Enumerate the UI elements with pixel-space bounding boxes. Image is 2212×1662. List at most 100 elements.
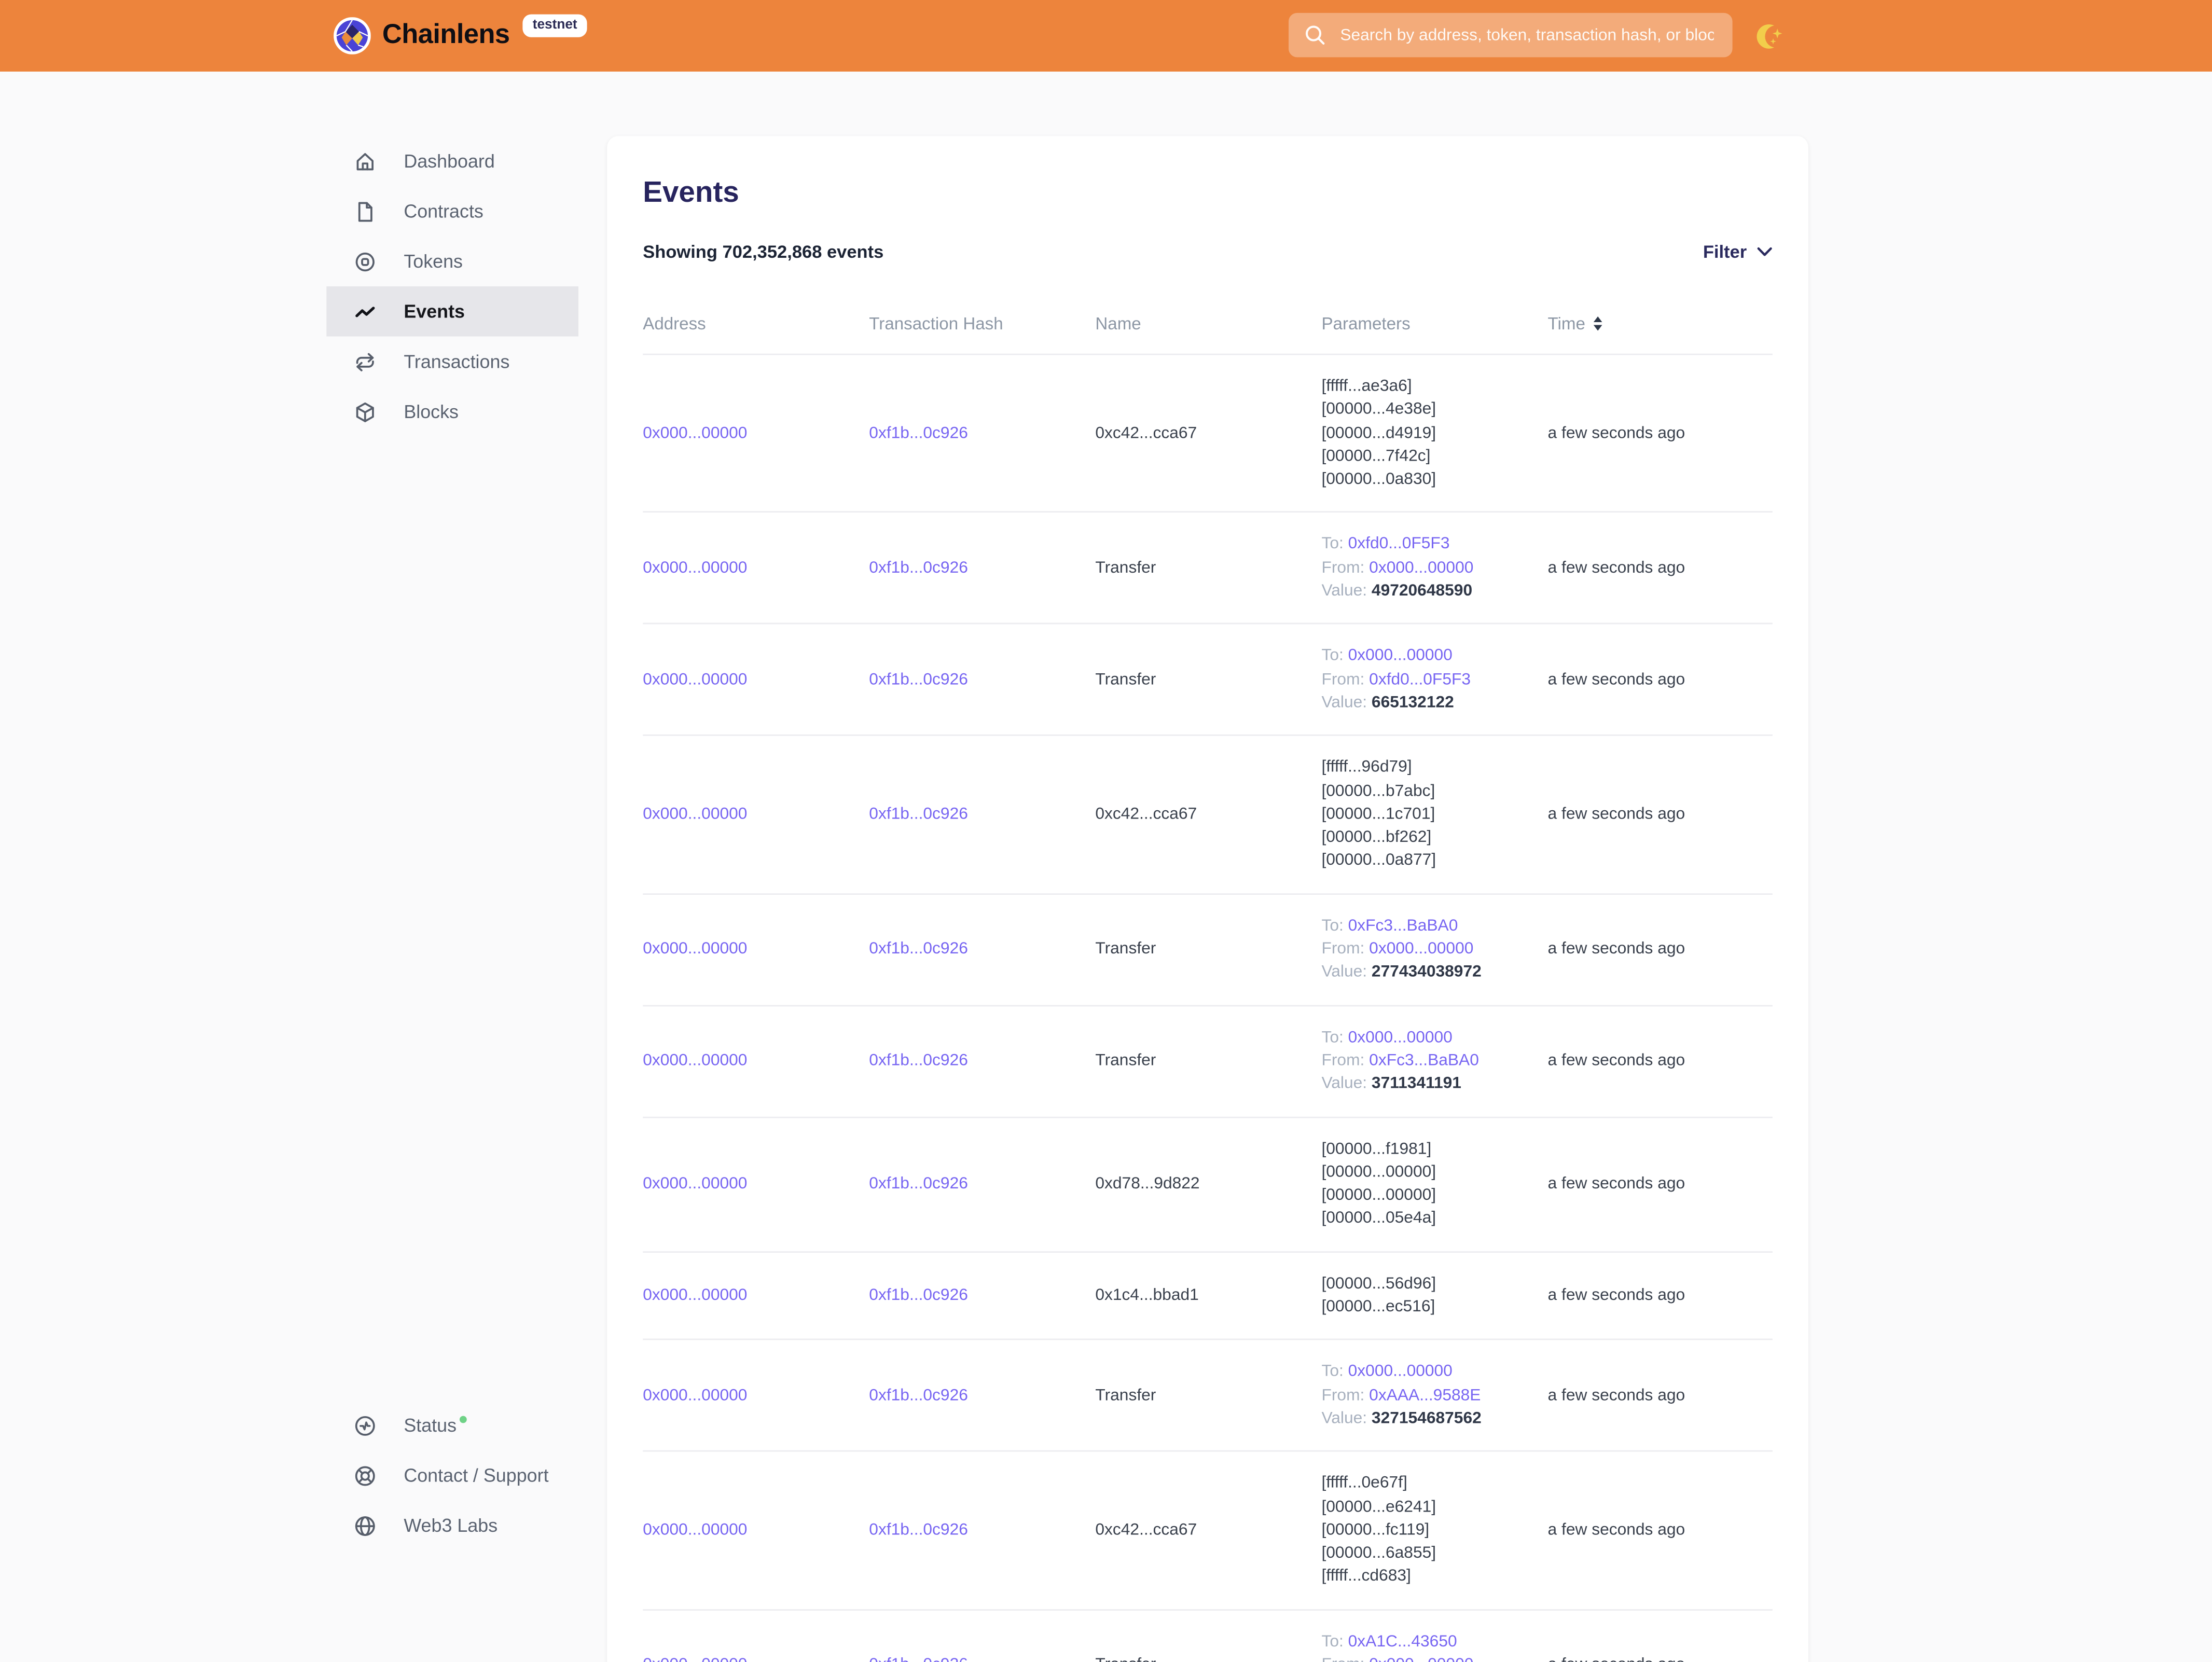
param-from: From: 0x000...00000 [1321, 557, 1547, 580]
tx-hash-cell: 0xf1b...0c926 [869, 422, 1095, 445]
address-link[interactable]: 0x000...00000 [643, 1521, 747, 1539]
search-input[interactable] [1337, 25, 1717, 45]
brand[interactable]: Chainlens testnet [334, 0, 587, 72]
tx-hash-link[interactable]: 0xf1b...0c926 [869, 1387, 968, 1404]
from-address-link[interactable]: 0xFc3...BaBA0 [1369, 1052, 1479, 1069]
param-value: Value: 327154687562 [1321, 1407, 1547, 1431]
param-item: [00000...4e38e] [1321, 398, 1547, 422]
event-name: Transfer [1095, 1049, 1321, 1073]
param-item: [00000...0a830] [1321, 468, 1547, 492]
filter-button[interactable]: Filter [1703, 242, 1773, 262]
from-address-link[interactable]: 0x000...00000 [1369, 1656, 1473, 1662]
dark-mode-toggle-moon-icon[interactable] [1757, 21, 1788, 51]
tx-hash-link[interactable]: 0xf1b...0c926 [869, 1175, 968, 1193]
event-time: a few seconds ago [1548, 422, 1773, 445]
to-address-link[interactable]: 0xA1C...43650 [1348, 1633, 1457, 1650]
sidebar-item-transactions[interactable]: Transactions [326, 337, 578, 387]
to-address-link[interactable]: 0x000...00000 [1348, 648, 1453, 665]
sidebar-item-dashboard[interactable]: Dashboard [326, 136, 578, 186]
param-item: [00000...bf262] [1321, 826, 1547, 850]
tx-hash-link[interactable]: 0xf1b...0c926 [869, 1521, 968, 1539]
event-name: 0xc42...cca67 [1095, 803, 1321, 826]
event-time: a few seconds ago [1548, 1384, 1773, 1407]
event-name: Transfer [1095, 1654, 1321, 1662]
param-value: Value: 665132122 [1321, 691, 1547, 715]
brand-name: Chainlens [382, 20, 510, 52]
address-cell: 0x000...00000 [643, 803, 869, 826]
address-link[interactable]: 0x000...00000 [643, 1656, 747, 1662]
sidebar-item-label: Events [404, 301, 465, 322]
from-address-link[interactable]: 0x000...00000 [1369, 940, 1473, 958]
address-cell: 0x000...00000 [643, 557, 869, 580]
sidebar-item-events[interactable]: Events [326, 286, 578, 337]
to-address-link[interactable]: 0xfd0...0F5F3 [1348, 536, 1450, 553]
sidebar-item-web3-labs[interactable]: Web3 Labs [326, 1500, 578, 1550]
to-address-link[interactable]: 0xFc3...BaBA0 [1348, 917, 1458, 934]
param-item: [00000...1c701] [1321, 803, 1547, 826]
sidebar-item-label: Transactions [404, 351, 509, 372]
param-to: To: 0xFc3...BaBA0 [1321, 915, 1547, 938]
activity-icon [354, 300, 377, 323]
address-link[interactable]: 0x000...00000 [643, 560, 747, 577]
address-link[interactable]: 0x000...00000 [643, 1387, 747, 1404]
chevron-down-icon [1757, 246, 1772, 258]
address-cell: 0x000...00000 [643, 1384, 869, 1407]
param-value-label: Value: [1321, 583, 1371, 600]
sidebar-item-blocks[interactable]: Blocks [326, 386, 578, 437]
sidebar-item-label: Status [404, 1415, 466, 1436]
tx-hash-link[interactable]: 0xf1b...0c926 [869, 940, 968, 958]
param-item: [00000...ec516] [1321, 1296, 1547, 1319]
param-from-label: From: [1321, 560, 1369, 577]
address-link[interactable]: 0x000...00000 [643, 425, 747, 442]
param-to-label: To: [1321, 648, 1348, 665]
address-link[interactable]: 0x000...00000 [643, 671, 747, 688]
address-cell: 0x000...00000 [643, 1284, 869, 1307]
address-link[interactable]: 0x000...00000 [643, 1052, 747, 1069]
params-cell: To: 0x000...00000From: 0xFc3...BaBA0Valu… [1321, 1026, 1547, 1096]
search-bar[interactable] [1289, 13, 1733, 58]
address-link[interactable]: 0x000...00000 [643, 1175, 747, 1193]
param-to: To: 0xA1C...43650 [1321, 1630, 1547, 1654]
tx-hash-link[interactable]: 0xf1b...0c926 [869, 1287, 968, 1304]
table-meta-row: Showing 702,352,868 events Filter [643, 242, 1773, 262]
tx-hash-link[interactable]: 0xf1b...0c926 [869, 806, 968, 823]
globe-icon [354, 1514, 377, 1537]
event-row: 0x000...000000xf1b...0c9260xd78...9d822[… [643, 1117, 1773, 1252]
status-ok-dot [460, 1416, 467, 1423]
param-item: [fffff...96d79] [1321, 756, 1547, 780]
tx-hash-link[interactable]: 0xf1b...0c926 [869, 425, 968, 442]
repeat-icon [354, 350, 377, 373]
from-address-link[interactable]: 0x000...00000 [1369, 560, 1473, 577]
sidebar-item-contact-support[interactable]: Contact / Support [326, 1450, 578, 1501]
tx-hash-cell: 0xf1b...0c926 [869, 938, 1095, 961]
param-item: [fffff...0e67f] [1321, 1472, 1547, 1495]
param-from-label: From: [1321, 1656, 1369, 1662]
param-from: From: 0xAAA...9588E [1321, 1384, 1547, 1407]
sidebar-item-tokens[interactable]: Tokens [326, 236, 578, 286]
tx-hash-cell: 0xf1b...0c926 [869, 1172, 1095, 1196]
address-link[interactable]: 0x000...00000 [643, 806, 747, 823]
to-address-link[interactable]: 0x000...00000 [1348, 1363, 1453, 1380]
from-address-link[interactable]: 0xAAA...9588E [1369, 1387, 1481, 1404]
sidebar-item-status[interactable]: Status [326, 1400, 578, 1450]
event-row: 0x000...00000 0xf1b...0c926 TransferTo: 0x… [643, 1006, 1773, 1117]
status-icon [354, 1414, 377, 1436]
param-value: Value: 3711341191 [1321, 1073, 1547, 1096]
params-cell: To: 0x000...00000From: 0xfd0...0F5F3Valu… [1321, 645, 1547, 715]
life-buoy-icon [354, 1464, 377, 1487]
to-address-link[interactable]: 0x000...00000 [1348, 1029, 1453, 1046]
tx-hash-link[interactable]: 0xf1b...0c926 [869, 671, 968, 688]
events-table-body: 0x000...000000xf1b...0c9260xc42...cca67[… [643, 355, 1773, 1662]
params-cell: To: 0xfd0...0F5F3From: 0x000...00000Valu… [1321, 533, 1547, 603]
address-link[interactable]: 0x000...00000 [643, 1287, 747, 1304]
sidebar-item-contracts[interactable]: Contracts [326, 186, 578, 237]
sort-icon[interactable] [1594, 316, 1602, 331]
token-icon [354, 250, 377, 273]
tx-hash-link[interactable]: 0xf1b...0c926 [869, 560, 968, 577]
address-link[interactable]: 0x000...00000 [643, 940, 747, 958]
from-address-link[interactable]: 0xfd0...0F5F3 [1369, 671, 1471, 688]
tx-hash-link[interactable]: 0xf1b...0c926 [869, 1656, 968, 1662]
tx-hash-link[interactable]: 0xf1b...0c926 [869, 1052, 968, 1069]
events-panel: Events Showing 702,352,868 events Filter… [607, 136, 1808, 1662]
address-cell: 0x000...00000 [643, 1172, 869, 1196]
